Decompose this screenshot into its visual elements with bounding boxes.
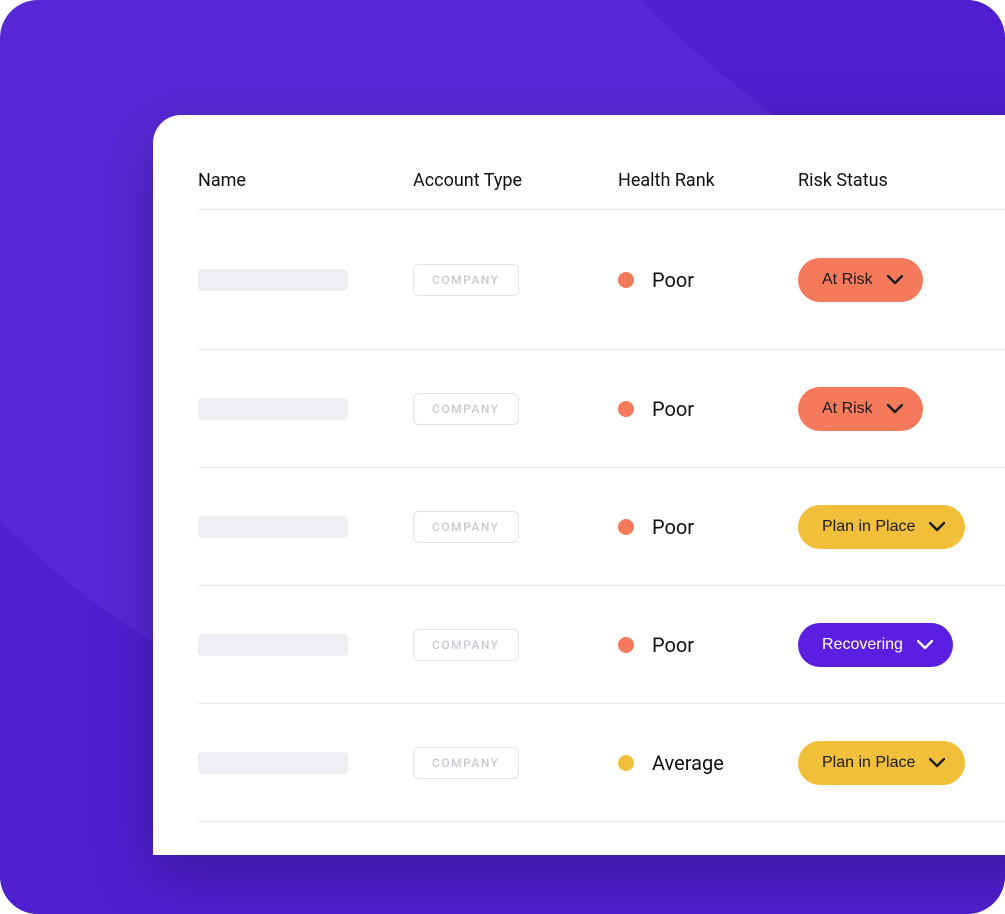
col-header-risk: Risk Status bbox=[798, 170, 998, 191]
table-header-row: Name Account Type Health Rank Risk Statu… bbox=[198, 170, 1005, 210]
health-dot-icon bbox=[618, 401, 634, 417]
risk-status-dropdown[interactable]: Plan in Place bbox=[798, 505, 965, 549]
risk-label: Plan in Place bbox=[822, 754, 915, 772]
health-rank: Poor bbox=[618, 268, 798, 292]
health-dot-icon bbox=[618, 272, 634, 288]
risk-label: Plan in Place bbox=[822, 518, 915, 536]
chevron-down-icon bbox=[887, 275, 903, 285]
name-placeholder bbox=[198, 398, 348, 420]
health-rank: Poor bbox=[618, 515, 798, 539]
table-row: COMPANY Poor Recovering bbox=[198, 586, 1005, 704]
chevron-down-icon bbox=[887, 404, 903, 414]
health-dot-icon bbox=[618, 755, 634, 771]
name-placeholder bbox=[198, 516, 348, 538]
col-header-health: Health Rank bbox=[618, 170, 798, 191]
account-type-chip: COMPANY bbox=[413, 264, 519, 296]
health-dot-icon bbox=[618, 519, 634, 535]
chevron-down-icon bbox=[929, 522, 945, 532]
name-placeholder bbox=[198, 269, 348, 291]
col-header-name: Name bbox=[198, 170, 413, 191]
health-label: Poor bbox=[652, 633, 694, 657]
table-card: Name Account Type Health Rank Risk Statu… bbox=[153, 115, 1005, 855]
health-rank: Poor bbox=[618, 397, 798, 421]
chevron-down-icon bbox=[917, 640, 933, 650]
col-header-type: Account Type bbox=[413, 170, 618, 191]
table-row: COMPANY Poor At Risk bbox=[198, 210, 1005, 350]
risk-label: At Risk bbox=[822, 400, 873, 418]
risk-status-dropdown[interactable]: Plan in Place bbox=[798, 741, 965, 785]
account-type-chip: COMPANY bbox=[413, 511, 519, 543]
account-type-chip: COMPANY bbox=[413, 747, 519, 779]
table-row: COMPANY Poor At Risk bbox=[198, 350, 1005, 468]
health-dot-icon bbox=[618, 637, 634, 653]
backdrop: Name Account Type Health Rank Risk Statu… bbox=[0, 0, 1005, 914]
health-label: Poor bbox=[652, 268, 694, 292]
health-rank: Poor bbox=[618, 633, 798, 657]
risk-status-dropdown[interactable]: At Risk bbox=[798, 387, 923, 431]
table-row: COMPANY Poor Plan in Place bbox=[198, 468, 1005, 586]
name-placeholder bbox=[198, 634, 348, 656]
table-row: COMPANY Average Plan in Place bbox=[198, 704, 1005, 822]
health-label: Poor bbox=[652, 397, 694, 421]
health-rank: Average bbox=[618, 751, 798, 775]
risk-status-dropdown[interactable]: At Risk bbox=[798, 258, 923, 302]
chevron-down-icon bbox=[929, 758, 945, 768]
account-type-chip: COMPANY bbox=[413, 629, 519, 661]
risk-label: At Risk bbox=[822, 271, 873, 289]
health-label: Average bbox=[652, 751, 724, 775]
name-placeholder bbox=[198, 752, 348, 774]
health-label: Poor bbox=[652, 515, 694, 539]
account-type-chip: COMPANY bbox=[413, 393, 519, 425]
risk-label: Recovering bbox=[822, 636, 903, 654]
risk-status-dropdown[interactable]: Recovering bbox=[798, 623, 953, 667]
